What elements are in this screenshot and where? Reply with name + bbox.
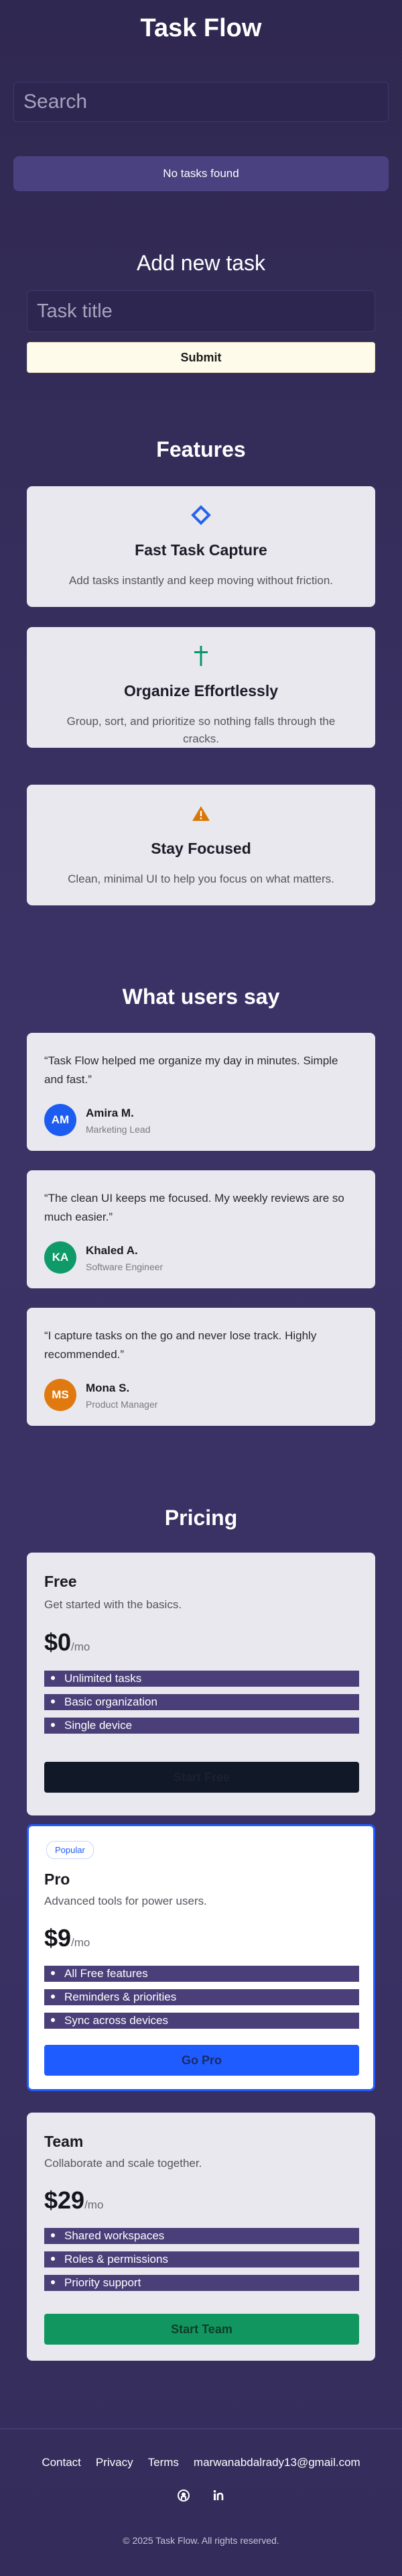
plan-feature-list: Unlimited tasks Basic organization Singl…: [44, 1671, 359, 1741]
plan-feature: Unlimited tasks: [44, 1671, 359, 1687]
plan-feature: Single device: [44, 1718, 359, 1734]
search-bar: [13, 82, 389, 122]
linkedin-icon[interactable]: [211, 2488, 226, 2503]
cross-icon: [27, 645, 375, 667]
testimonials-heading: What users say: [122, 985, 280, 1009]
testimonial-name: Khaled A.: [86, 1244, 138, 1257]
testimonial-card: “The clean UI keeps me focused. My weekl…: [27, 1170, 375, 1288]
feature-card: Fast Task Capture Add tasks instantly an…: [27, 486, 375, 607]
avatar: MS: [44, 1379, 76, 1411]
github-icon[interactable]: [176, 2488, 191, 2503]
plan-feature: Roles & permissions: [44, 2251, 359, 2267]
price-amount: $9: [44, 1924, 72, 1952]
testimonial-quote: “I capture tasks on the go and never los…: [44, 1329, 317, 1361]
testimonial-role: Product Manager: [86, 1399, 158, 1410]
app-title: Task Flow: [140, 14, 262, 42]
price-period: /mo: [71, 1640, 90, 1653]
plan-feature-list: Shared workspaces Roles & permissions Pr…: [44, 2228, 359, 2298]
testimonial-name: Amira M.: [86, 1107, 134, 1119]
feature-title: Fast Task Capture: [135, 541, 267, 559]
feature-description: Group, sort, and prioritize so nothing f…: [66, 715, 336, 745]
footer-link-privacy[interactable]: Privacy: [96, 2456, 133, 2469]
diamond-icon: [27, 504, 375, 526]
feature-title: Organize Effortlessly: [123, 682, 279, 699]
testimonial-card: “Task Flow helped me organize my day in …: [27, 1033, 375, 1151]
price-period: /mo: [84, 2198, 104, 2211]
plan-price: $0/mo: [44, 1628, 90, 1657]
warning-icon: [27, 802, 375, 825]
popular-badge: Popular: [46, 1841, 94, 1859]
copyright: © 2025 Task Flow. All rights reserved.: [123, 2535, 279, 2546]
plan-feature: Shared workspaces: [44, 2228, 359, 2244]
feature-description: Add tasks instantly and keep moving with…: [68, 574, 334, 587]
plan-price: $29/mo: [44, 2186, 103, 2215]
search-input[interactable]: [13, 82, 389, 122]
price-amount: $0: [44, 1628, 72, 1656]
testimonial-card: “I capture tasks on the go and never los…: [27, 1308, 375, 1426]
avatar: AM: [44, 1104, 76, 1136]
footer-divider: [0, 2428, 402, 2429]
task-title-input[interactable]: [27, 290, 375, 332]
pricing-heading: Pricing: [164, 1506, 238, 1530]
feature-card: Organize Effortlessly Group, sort, and p…: [27, 627, 375, 748]
start-free-button[interactable]: Start Free: [44, 1762, 359, 1793]
feature-description: Clean, minimal UI to help you focus on w…: [68, 873, 334, 885]
submit-button[interactable]: Submit: [27, 342, 375, 373]
plan-feature: All Free features: [44, 1966, 359, 1982]
plan-name: Pro: [44, 1870, 70, 1888]
plan-name: Team: [44, 2133, 84, 2150]
plan-feature: Priority support: [44, 2275, 359, 2291]
footer-link-contact[interactable]: Contact: [42, 2456, 81, 2469]
plan-description: Collaborate and scale together.: [44, 2157, 202, 2170]
plan-feature-list: All Free features Reminders & priorities…: [44, 1966, 359, 2036]
avatar: KA: [44, 1241, 76, 1274]
empty-task-list: No tasks found: [13, 156, 389, 191]
price-period: /mo: [71, 1936, 90, 1949]
footer-link-terms[interactable]: Terms: [148, 2456, 179, 2469]
footer-link-email[interactable]: marwanabdalrady13@gmail.com: [194, 2456, 360, 2469]
plan-description: Advanced tools for power users.: [44, 1895, 207, 1907]
footer-social: [0, 2488, 402, 2503]
plan-feature: Reminders & priorities: [44, 1989, 359, 2005]
testimonial-role: Marketing Lead: [86, 1124, 151, 1135]
feature-card: Stay Focused Clean, minimal UI to help y…: [27, 785, 375, 905]
add-task-heading: Add new task: [136, 251, 266, 275]
testimonial-name: Mona S.: [86, 1382, 130, 1394]
testimonial-role: Software Engineer: [86, 1262, 163, 1272]
footer-links: Contact Privacy Terms marwanabdalrady13@…: [0, 2456, 402, 2469]
plan-description: Get started with the basics.: [44, 1598, 182, 1611]
pricing-card-free: Free Get started with the basics. $0/mo …: [27, 1553, 375, 1815]
plan-feature: Basic organization: [44, 1694, 359, 1710]
feature-title: Stay Focused: [151, 840, 251, 857]
features-heading: Features: [156, 437, 246, 461]
testimonial-quote: “The clean UI keeps me focused. My weekl…: [44, 1192, 344, 1224]
go-pro-button[interactable]: Go Pro: [44, 2045, 359, 2076]
plan-price: $9/mo: [44, 1924, 90, 1952]
plan-name: Free: [44, 1573, 77, 1590]
pricing-card-team: Team Collaborate and scale together. $29…: [27, 2113, 375, 2361]
plan-feature: Sync across devices: [44, 2013, 359, 2029]
pricing-card-pro: Popular Pro Advanced tools for power use…: [27, 1824, 375, 2091]
testimonial-quote: “Task Flow helped me organize my day in …: [44, 1054, 338, 1086]
price-amount: $29: [44, 2186, 85, 2214]
start-team-button[interactable]: Start Team: [44, 2314, 359, 2345]
